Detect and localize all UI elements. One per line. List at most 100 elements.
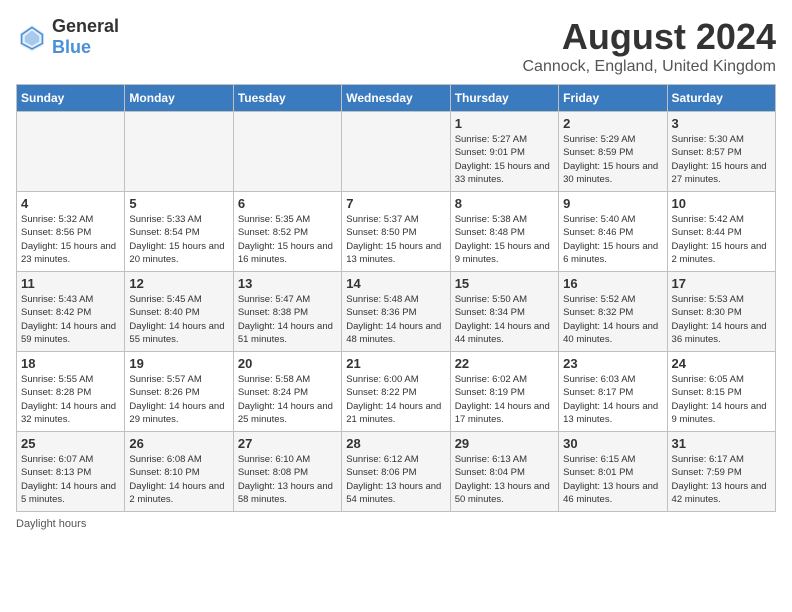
day-cell: 14Sunrise: 5:48 AM Sunset: 8:36 PM Dayli… bbox=[342, 272, 450, 352]
day-number: 12 bbox=[129, 276, 228, 291]
day-number: 27 bbox=[238, 436, 337, 451]
day-number: 25 bbox=[21, 436, 120, 451]
header: General Blue August 2024 Cannock, Englan… bbox=[16, 16, 776, 76]
day-number: 17 bbox=[672, 276, 771, 291]
week-row-3: 11Sunrise: 5:43 AM Sunset: 8:42 PM Dayli… bbox=[17, 272, 776, 352]
day-number: 10 bbox=[672, 196, 771, 211]
day-number: 13 bbox=[238, 276, 337, 291]
day-info: Sunrise: 5:30 AM Sunset: 8:57 PM Dayligh… bbox=[672, 133, 771, 186]
day-cell: 27 Sunrise: 6:10 AM Sunset: 8:08 PM Dayli… bbox=[233, 432, 341, 512]
day-cell: 8Sunrise: 5:38 AM Sunset: 8:48 PM Daylig… bbox=[450, 192, 558, 272]
day-number: 28 bbox=[346, 436, 445, 451]
day-info: Sunrise: 5:57 AM Sunset: 8:26 PM Dayligh… bbox=[129, 373, 228, 426]
day-info: Sunrise: 5:29 AM Sunset: 8:59 PM Dayligh… bbox=[563, 133, 662, 186]
day-number: 6 bbox=[238, 196, 337, 211]
logo: General Blue bbox=[16, 16, 119, 58]
logo-text: General Blue bbox=[52, 16, 119, 58]
day-info: Sunrise: 5:37 AM Sunset: 8:50 PM Dayligh… bbox=[346, 213, 445, 266]
day-info: Sunrise: 6:08 AM Sunset: 8:10 PM Dayligh… bbox=[129, 453, 228, 506]
day-info: Sunrise: 5:45 AM Sunset: 8:40 PM Dayligh… bbox=[129, 293, 228, 346]
day-cell: 26 Sunrise: 6:08 AM Sunset: 8:10 PM Dayli… bbox=[125, 432, 233, 512]
day-cell: 21 Sunrise: 6:00 AM Sunset: 8:22 PM Dayli… bbox=[342, 352, 450, 432]
day-info: Sunrise: 5:40 AM Sunset: 8:46 PM Dayligh… bbox=[563, 213, 662, 266]
logo-icon bbox=[16, 21, 48, 53]
day-cell: 24 Sunrise: 6:05 AM Sunset: 8:15 PM Dayli… bbox=[667, 352, 775, 432]
day-cell bbox=[342, 112, 450, 192]
day-number: 23 bbox=[563, 356, 662, 371]
day-cell: 20 Sunrise: 5:58 AM Sunset: 8:24 PM Dayli… bbox=[233, 352, 341, 432]
day-info: Sunrise: 5:50 AM Sunset: 8:34 PM Dayligh… bbox=[455, 293, 554, 346]
day-number: 9 bbox=[563, 196, 662, 211]
weekday-header-tuesday: Tuesday bbox=[233, 85, 341, 112]
day-info: Sunrise: 6:17 AM Sunset: 7:59 PM Dayligh… bbox=[672, 453, 771, 506]
day-cell: 6 Sunrise: 5:35 AM Sunset: 8:52 PM Daylig… bbox=[233, 192, 341, 272]
weekday-header-row: SundayMondayTuesdayWednesdayThursdayFrid… bbox=[17, 85, 776, 112]
day-info: Sunrise: 5:55 AM Sunset: 8:28 PM Dayligh… bbox=[21, 373, 120, 426]
day-cell: 5 Sunrise: 5:33 AM Sunset: 8:54 PM Daylig… bbox=[125, 192, 233, 272]
weekday-header-sunday: Sunday bbox=[17, 85, 125, 112]
day-number: 30 bbox=[563, 436, 662, 451]
day-number: 26 bbox=[129, 436, 228, 451]
day-info: Sunrise: 5:42 AM Sunset: 8:44 PM Dayligh… bbox=[672, 213, 771, 266]
day-number: 20 bbox=[238, 356, 337, 371]
day-number: 11 bbox=[21, 276, 120, 291]
day-cell: 1 Sunrise: 5:27 AM Sunset: 9:01 PM Daylig… bbox=[450, 112, 558, 192]
footer-note: Daylight hours bbox=[16, 518, 776, 530]
day-number: 21 bbox=[346, 356, 445, 371]
day-info: Sunrise: 5:53 AM Sunset: 8:30 PM Dayligh… bbox=[672, 293, 771, 346]
day-cell: 18 Sunrise: 5:55 AM Sunset: 8:28 PM Dayli… bbox=[17, 352, 125, 432]
day-number: 29 bbox=[455, 436, 554, 451]
day-cell bbox=[125, 112, 233, 192]
location-title: Cannock, England, United Kingdom bbox=[523, 58, 777, 76]
day-number: 1 bbox=[455, 116, 554, 131]
day-number: 15 bbox=[455, 276, 554, 291]
day-number: 2 bbox=[563, 116, 662, 131]
day-number: 8 bbox=[455, 196, 554, 211]
day-cell: 17 Sunrise: 5:53 AM Sunset: 8:30 PM Dayli… bbox=[667, 272, 775, 352]
day-info: Sunrise: 6:03 AM Sunset: 8:17 PM Dayligh… bbox=[563, 373, 662, 426]
day-number: 7 bbox=[346, 196, 445, 211]
day-number: 22 bbox=[455, 356, 554, 371]
day-cell: 4Sunrise: 5:32 AM Sunset: 8:56 PM Daylig… bbox=[17, 192, 125, 272]
day-info: Sunrise: 5:27 AM Sunset: 9:01 PM Dayligh… bbox=[455, 133, 554, 186]
day-number: 31 bbox=[672, 436, 771, 451]
day-info: Sunrise: 6:13 AM Sunset: 8:04 PM Dayligh… bbox=[455, 453, 554, 506]
week-row-1: 1 Sunrise: 5:27 AM Sunset: 9:01 PM Daylig… bbox=[17, 112, 776, 192]
day-cell bbox=[17, 112, 125, 192]
weekday-header-friday: Friday bbox=[559, 85, 667, 112]
weekday-header-saturday: Saturday bbox=[667, 85, 775, 112]
title-area: August 2024 Cannock, England, United Kin… bbox=[523, 16, 777, 76]
day-number: 3 bbox=[672, 116, 771, 131]
day-info: Sunrise: 5:32 AM Sunset: 8:56 PM Dayligh… bbox=[21, 213, 120, 266]
day-number: 16 bbox=[563, 276, 662, 291]
day-info: Sunrise: 5:33 AM Sunset: 8:54 PM Dayligh… bbox=[129, 213, 228, 266]
day-cell: 2 Sunrise: 5:29 AM Sunset: 8:59 PM Daylig… bbox=[559, 112, 667, 192]
day-info: Sunrise: 5:47 AM Sunset: 8:38 PM Dayligh… bbox=[238, 293, 337, 346]
week-row-4: 18 Sunrise: 5:55 AM Sunset: 8:28 PM Dayli… bbox=[17, 352, 776, 432]
day-cell: 12 Sunrise: 5:45 AM Sunset: 8:40 PM Dayli… bbox=[125, 272, 233, 352]
day-info: Sunrise: 6:05 AM Sunset: 8:15 PM Dayligh… bbox=[672, 373, 771, 426]
day-cell: 13 Sunrise: 5:47 AM Sunset: 8:38 PM Dayli… bbox=[233, 272, 341, 352]
day-info: Sunrise: 6:02 AM Sunset: 8:19 PM Dayligh… bbox=[455, 373, 554, 426]
day-number: 19 bbox=[129, 356, 228, 371]
day-cell bbox=[233, 112, 341, 192]
week-row-5: 25 Sunrise: 6:07 AM Sunset: 8:13 PM Dayli… bbox=[17, 432, 776, 512]
day-info: Sunrise: 6:10 AM Sunset: 8:08 PM Dayligh… bbox=[238, 453, 337, 506]
week-row-2: 4Sunrise: 5:32 AM Sunset: 8:56 PM Daylig… bbox=[17, 192, 776, 272]
weekday-header-thursday: Thursday bbox=[450, 85, 558, 112]
day-cell: 31 Sunrise: 6:17 AM Sunset: 7:59 PM Dayli… bbox=[667, 432, 775, 512]
day-info: Sunrise: 5:52 AM Sunset: 8:32 PM Dayligh… bbox=[563, 293, 662, 346]
day-number: 24 bbox=[672, 356, 771, 371]
day-cell: 11Sunrise: 5:43 AM Sunset: 8:42 PM Dayli… bbox=[17, 272, 125, 352]
day-info: Sunrise: 6:07 AM Sunset: 8:13 PM Dayligh… bbox=[21, 453, 120, 506]
day-info: Sunrise: 6:15 AM Sunset: 8:01 PM Dayligh… bbox=[563, 453, 662, 506]
day-info: Sunrise: 5:58 AM Sunset: 8:24 PM Dayligh… bbox=[238, 373, 337, 426]
day-info: Sunrise: 6:00 AM Sunset: 8:22 PM Dayligh… bbox=[346, 373, 445, 426]
day-cell: 3 Sunrise: 5:30 AM Sunset: 8:57 PM Daylig… bbox=[667, 112, 775, 192]
day-info: Sunrise: 5:35 AM Sunset: 8:52 PM Dayligh… bbox=[238, 213, 337, 266]
day-number: 5 bbox=[129, 196, 228, 211]
calendar-table: SundayMondayTuesdayWednesdayThursdayFrid… bbox=[16, 84, 776, 512]
day-number: 18 bbox=[21, 356, 120, 371]
month-title: August 2024 bbox=[523, 16, 777, 58]
day-cell: 25 Sunrise: 6:07 AM Sunset: 8:13 PM Dayli… bbox=[17, 432, 125, 512]
